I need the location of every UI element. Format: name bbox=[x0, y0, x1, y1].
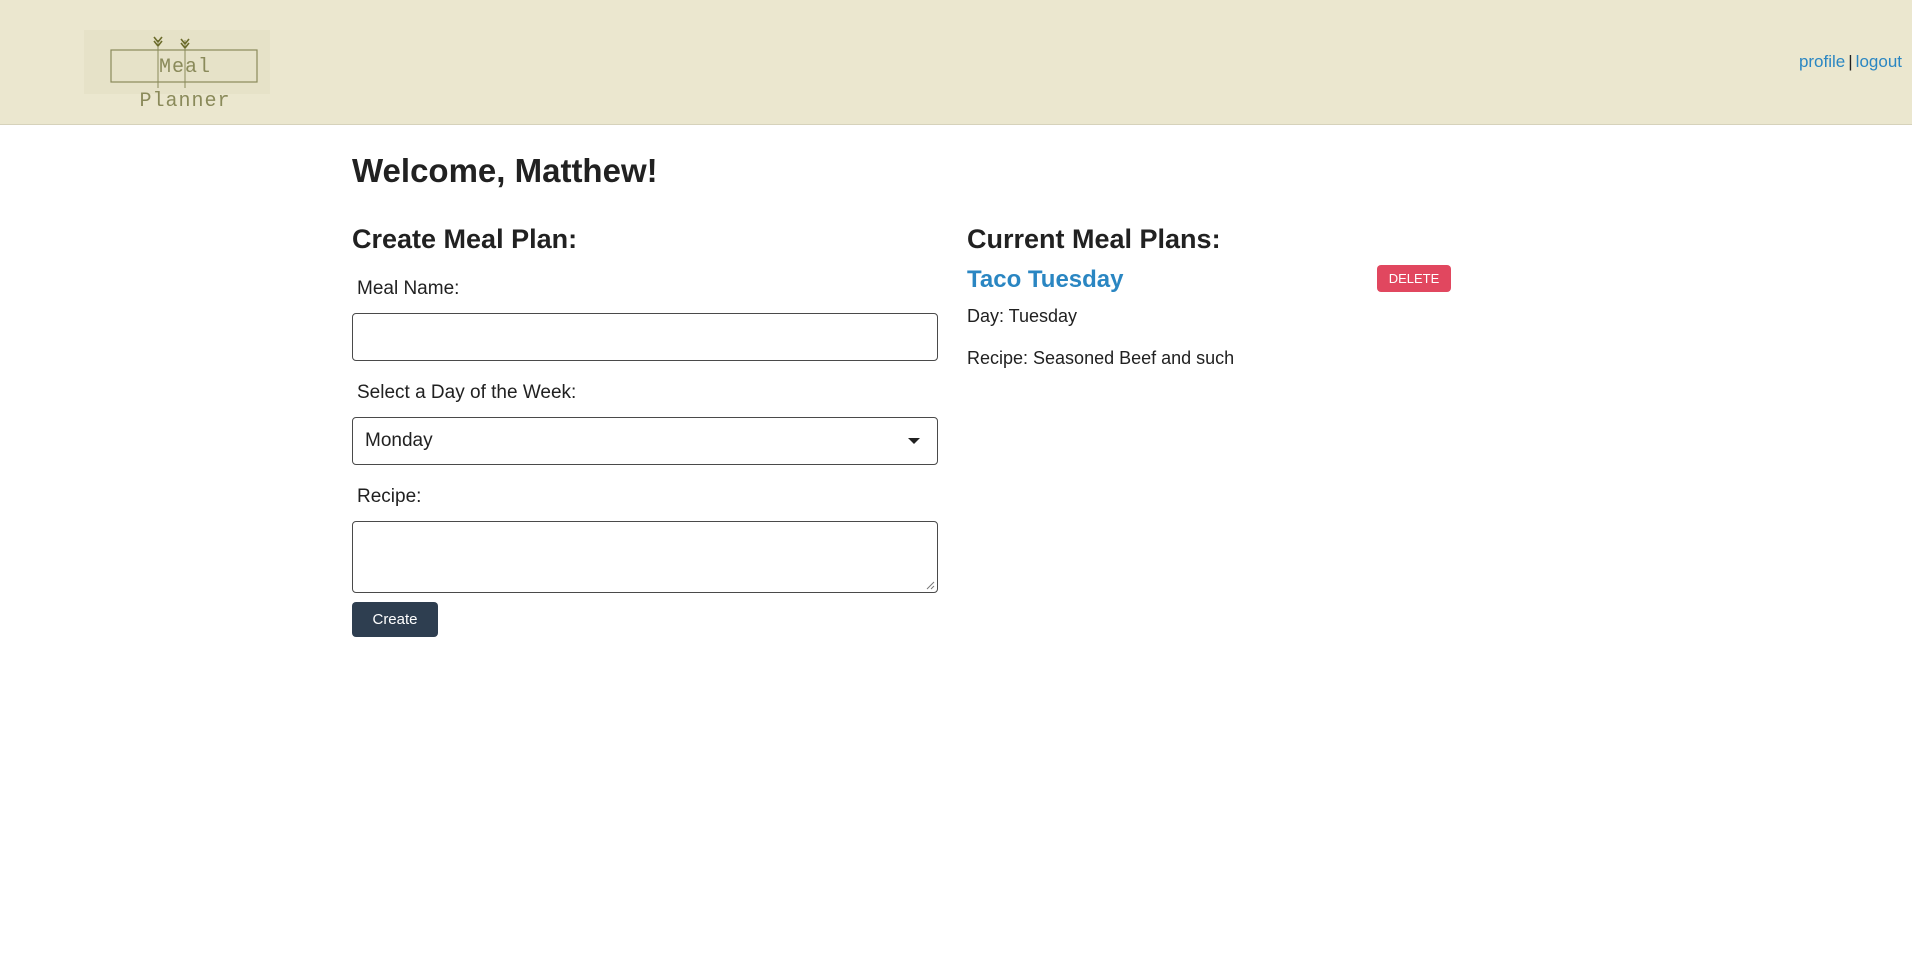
recipe-textarea[interactable] bbox=[352, 521, 938, 593]
profile-link[interactable]: profile bbox=[1799, 52, 1845, 71]
recipe-label: Recipe: bbox=[357, 486, 422, 507]
chevron-down-icon bbox=[908, 438, 920, 444]
meal-plan-title-link[interactable]: Taco Tuesday bbox=[967, 266, 1124, 294]
link-separator: | bbox=[1848, 52, 1853, 71]
create-meal-plan-form: Create Meal Plan: Meal Name: Select a Da… bbox=[352, 224, 938, 637]
resize-grip-icon[interactable] bbox=[925, 580, 935, 590]
meal-name-input[interactable] bbox=[352, 313, 938, 361]
welcome-heading: Welcome, Matthew! bbox=[352, 152, 658, 189]
top-links: profile | logout bbox=[1799, 52, 1902, 72]
current-meal-plans: Current Meal Plans: Taco Tuesday DELETE … bbox=[967, 224, 1452, 368]
logout-link[interactable]: logout bbox=[1856, 52, 1902, 71]
day-select[interactable]: Monday bbox=[352, 417, 938, 465]
day-select-label: Select a Day of the Week: bbox=[357, 382, 577, 403]
logo-text: Meal Planner bbox=[139, 56, 231, 113]
meal-name-label: Meal Name: bbox=[357, 278, 460, 299]
current-plans-heading: Current Meal Plans: bbox=[967, 224, 1221, 254]
meal-plan-day: Day: Tuesday bbox=[967, 306, 1078, 326]
delete-button[interactable]: DELETE bbox=[1377, 265, 1451, 292]
day-select-value: Monday bbox=[365, 430, 433, 451]
meal-planner-logo[interactable]: Meal Planner bbox=[84, 30, 270, 113]
meal-plan-recipe: Recipe: Seasoned Beef and such bbox=[967, 348, 1235, 368]
create-button[interactable]: Create bbox=[352, 602, 438, 637]
create-form-heading: Create Meal Plan: bbox=[352, 224, 578, 254]
header: Meal Planner profile | logout bbox=[0, 0, 1912, 125]
